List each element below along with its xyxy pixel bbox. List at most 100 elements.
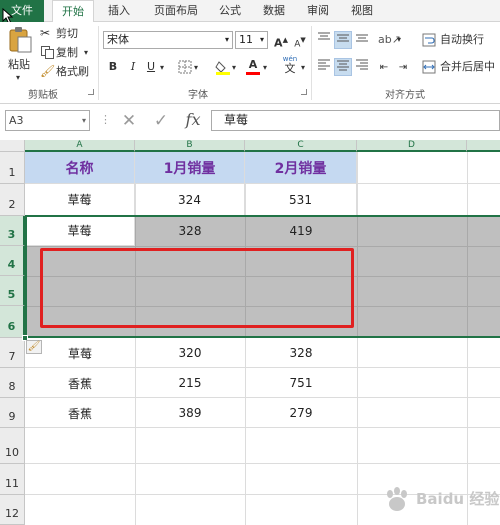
- tab-insert[interactable]: 插入: [100, 0, 138, 22]
- increase-indent-button[interactable]: ⇥: [394, 58, 412, 76]
- name-box-value: A3: [9, 114, 24, 127]
- insert-function-icon[interactable]: fx: [180, 109, 206, 131]
- cell-b9[interactable]: 389: [135, 398, 245, 428]
- format-painter-label: 格式刷: [56, 65, 89, 78]
- row-header-4[interactable]: 4: [0, 246, 25, 276]
- align-right-icon: [356, 59, 368, 70]
- formula-bar-grip-icon: ⋮: [100, 113, 111, 126]
- paintbrush-icon: 🖌: [40, 64, 56, 78]
- column-header-c[interactable]: C: [245, 140, 357, 152]
- chevron-down-icon: ▾: [81, 116, 86, 125]
- row-header-12[interactable]: 12: [0, 495, 25, 525]
- cell-a8[interactable]: 香蕉: [25, 368, 135, 398]
- paste-icon: [9, 27, 32, 53]
- confirm-entry-icon[interactable]: ✓: [150, 110, 172, 132]
- underline-button[interactable]: U: [142, 58, 160, 76]
- font-color-icon: A: [248, 58, 258, 71]
- select-all-corner[interactable]: [0, 140, 25, 152]
- bold-button[interactable]: B: [104, 58, 122, 76]
- cell-b1[interactable]: 1月销量: [135, 152, 245, 184]
- format-painter-button[interactable]: 🖌 格式刷: [40, 64, 94, 80]
- borders-button[interactable]: [176, 58, 194, 76]
- decrease-indent-button[interactable]: ⇤: [375, 58, 393, 76]
- row-header-2[interactable]: 2: [0, 184, 25, 216]
- align-left-button[interactable]: [315, 58, 333, 76]
- align-center-icon: [337, 60, 349, 71]
- annotation-highlight-box: [40, 248, 354, 328]
- tab-home[interactable]: 开始: [52, 0, 94, 23]
- cancel-entry-icon[interactable]: ✕: [118, 110, 140, 132]
- font-color-swatch: [246, 72, 260, 75]
- font-color-button[interactable]: A: [244, 58, 262, 76]
- font-group-label: 字体: [188, 90, 208, 101]
- wrap-text-label: 自动换行: [440, 33, 484, 46]
- row-header-9[interactable]: 9: [0, 398, 25, 428]
- cell-a7[interactable]: 草莓: [25, 338, 135, 368]
- row-header-7[interactable]: 7: [0, 338, 25, 368]
- formula-input[interactable]: 草莓: [211, 110, 500, 131]
- align-right-button[interactable]: [353, 58, 371, 76]
- row-header-11[interactable]: 11: [0, 464, 25, 495]
- chevron-down-icon: ▾: [397, 35, 402, 44]
- tab-data[interactable]: 数据: [256, 0, 292, 22]
- paste-button[interactable]: 粘贴 ▾: [4, 26, 36, 84]
- chevron-down-icon: ▾: [194, 63, 199, 72]
- tab-review[interactable]: 审阅: [300, 0, 336, 22]
- name-box[interactable]: A3 ▾: [5, 110, 90, 131]
- cell-a2[interactable]: 草莓: [25, 184, 135, 216]
- merge-center-button[interactable]: 合并后居中: [422, 58, 500, 76]
- cell-c1[interactable]: 2月销量: [245, 152, 357, 184]
- alignment-group-label: 对齐方式: [385, 90, 425, 101]
- column-header-b[interactable]: B: [135, 140, 245, 152]
- align-bottom-button[interactable]: [353, 31, 371, 49]
- font-size-select[interactable]: 11 ▾: [235, 31, 268, 49]
- decrease-indent-icon: ⇤: [379, 62, 389, 73]
- cell-a9[interactable]: 香蕉: [25, 398, 135, 428]
- cell-c9[interactable]: 279: [245, 398, 357, 428]
- font-dialog-launcher[interactable]: [301, 89, 307, 95]
- clipboard-group-label: 剪贴板: [28, 90, 58, 101]
- row-header-6[interactable]: 6: [0, 306, 25, 338]
- baidu-watermark-logo: Baidu 经验: [382, 480, 500, 520]
- wrap-text-button[interactable]: 自动换行: [422, 31, 498, 49]
- copy-icon: [41, 46, 54, 59]
- copy-button[interactable]: 复制 ▾: [40, 45, 94, 61]
- font-name-select[interactable]: 宋体 ▾: [103, 31, 233, 49]
- watermark-text: Baidu 经验: [416, 490, 500, 508]
- orientation-button[interactable]: ab↗: [378, 31, 401, 49]
- phonetic-guide-button[interactable]: wén 文: [279, 54, 301, 78]
- formula-bar: A3 ▾ ⋮ ✕ ✓ fx 草莓: [0, 104, 500, 136]
- cut-label: 剪切: [56, 27, 78, 40]
- tab-view[interactable]: 视图: [344, 0, 380, 22]
- grow-font-button[interactable]: A▲: [272, 31, 290, 50]
- copy-label: 复制: [56, 46, 78, 59]
- align-center-button[interactable]: [334, 58, 352, 76]
- cell-c7[interactable]: 328: [245, 338, 357, 368]
- chevron-down-icon: ▾: [301, 63, 306, 72]
- cut-button[interactable]: ✂ 剪切: [40, 26, 92, 42]
- column-header-a[interactable]: A: [25, 140, 135, 152]
- cell-b2[interactable]: 324: [135, 184, 245, 216]
- tab-formulas[interactable]: 公式: [212, 0, 248, 22]
- align-top-button[interactable]: [315, 31, 333, 49]
- italic-button[interactable]: I: [124, 58, 142, 76]
- column-header-d[interactable]: D: [357, 140, 467, 152]
- tab-page-layout[interactable]: 页面布局: [146, 0, 206, 22]
- cell-c8[interactable]: 751: [245, 368, 357, 398]
- paste-label: 粘贴: [8, 58, 30, 71]
- cell-c2[interactable]: 531: [245, 184, 357, 216]
- column-header-e[interactable]: [467, 140, 500, 152]
- row-header-3[interactable]: 3: [0, 216, 25, 246]
- fill-color-button[interactable]: [214, 58, 232, 76]
- cell-b7[interactable]: 320: [135, 338, 245, 368]
- shrink-font-button[interactable]: A▼: [291, 31, 309, 50]
- row-header-10[interactable]: 10: [0, 428, 25, 464]
- align-middle-icon: [337, 34, 349, 42]
- row-header-1[interactable]: 1: [0, 152, 25, 184]
- row-header-5[interactable]: 5: [0, 276, 25, 306]
- cell-b8[interactable]: 215: [135, 368, 245, 398]
- row-header-8[interactable]: 8: [0, 368, 25, 398]
- clipboard-dialog-launcher[interactable]: [88, 89, 94, 95]
- cell-a1[interactable]: 名称: [25, 152, 135, 184]
- align-middle-button[interactable]: [334, 31, 352, 49]
